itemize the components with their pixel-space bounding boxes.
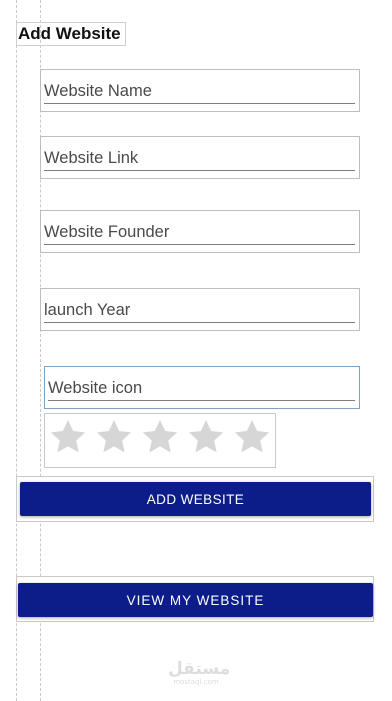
website-icon-placeholder: Website icon (48, 379, 143, 397)
star-icon[interactable] (232, 417, 272, 457)
star-icon[interactable] (186, 417, 226, 457)
field-underline (44, 244, 355, 245)
page-title: Add Website (16, 22, 126, 46)
watermark-logo-text: مستقل (168, 659, 231, 679)
star-icon[interactable] (94, 417, 134, 457)
website-founder-placeholder: Website Founder (44, 223, 170, 241)
field-underline (44, 103, 355, 104)
field-underline (48, 400, 355, 401)
star-icon[interactable] (48, 417, 88, 457)
add-website-button[interactable]: ADD WEBSITE (20, 482, 371, 516)
website-name-field[interactable]: Website Name (40, 69, 360, 112)
launch-year-placeholder: launch Year (44, 301, 131, 319)
field-underline (44, 170, 355, 171)
star-icon[interactable] (140, 417, 180, 457)
website-link-placeholder: Website Link (44, 149, 139, 167)
watermark: مستقل mostaql.com (168, 659, 231, 686)
watermark-url: mostaql.com (173, 678, 219, 686)
view-my-website-button[interactable]: VIEW MY WEBSITE (18, 583, 373, 617)
website-icon-field[interactable]: Website icon (44, 366, 360, 409)
field-underline (44, 322, 355, 323)
website-link-field[interactable]: Website Link (40, 136, 360, 179)
rating-bar[interactable] (44, 413, 276, 468)
view-website-button-container: VIEW MY WEBSITE (16, 576, 374, 622)
website-name-placeholder: Website Name (44, 82, 152, 100)
website-founder-field[interactable]: Website Founder (40, 210, 360, 253)
add-website-button-container: ADD WEBSITE (16, 476, 374, 522)
launch-year-field[interactable]: launch Year (40, 288, 360, 331)
